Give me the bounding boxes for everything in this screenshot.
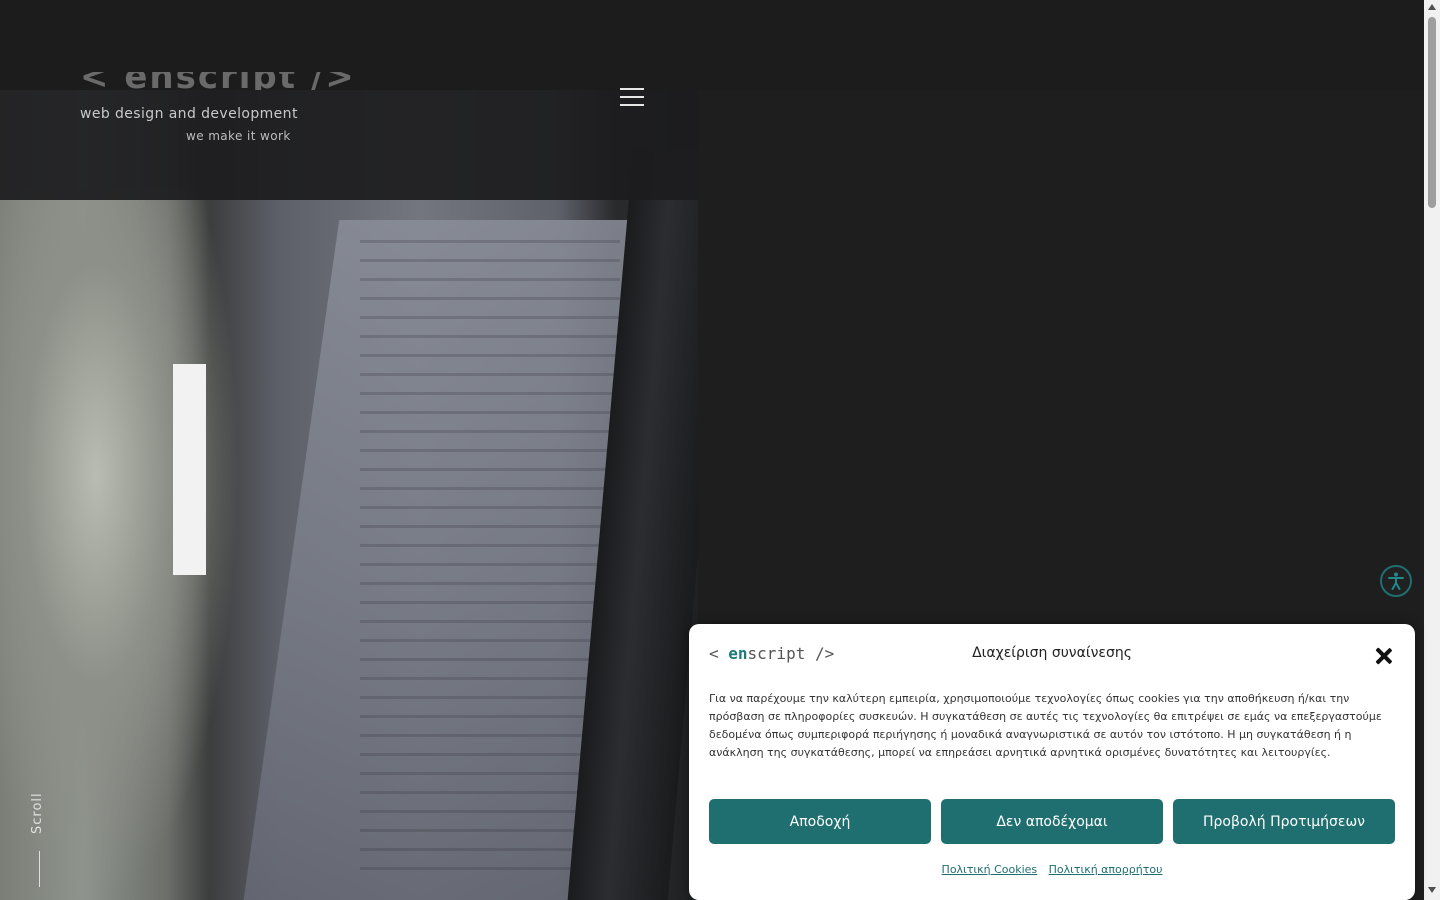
brand-en: en xyxy=(728,644,748,663)
cookie-policy-link[interactable]: Πολιτική Cookies xyxy=(942,863,1038,876)
site-subtagline: we make it work xyxy=(186,129,291,143)
hamburger-line xyxy=(620,88,644,90)
close-icon[interactable] xyxy=(1375,647,1393,665)
accessibility-icon xyxy=(1388,572,1404,590)
accept-button[interactable]: Αποδοχή xyxy=(709,799,931,844)
deny-button[interactable]: Δεν αποδέχομαι xyxy=(941,799,1163,844)
hamburger-line xyxy=(620,96,644,98)
site-logo[interactable]: < enscript /> xyxy=(80,72,356,90)
hamburger-line xyxy=(620,104,644,106)
hero-background-image xyxy=(0,90,698,900)
hero-vertical-bar xyxy=(173,364,206,575)
brand-prefix: < xyxy=(709,644,729,663)
consent-body-text: Για να παρέχουμε την καλύτερη εμπειρία, … xyxy=(709,692,1382,759)
page-scrollbar[interactable] xyxy=(1424,0,1440,900)
accessibility-button[interactable] xyxy=(1380,565,1412,597)
scroll-down-arrow-icon[interactable] xyxy=(1428,887,1436,893)
consent-brand-logo: < enscript /> xyxy=(709,644,834,663)
site-tagline: web design and development xyxy=(80,106,298,122)
scroll-indicator-line xyxy=(39,851,40,887)
consent-title: Διαχείριση συναίνεσης xyxy=(972,645,1132,661)
scroll-indicator-label[interactable]: Scroll xyxy=(30,792,45,834)
hamburger-icon[interactable] xyxy=(620,88,644,106)
scroll-up-arrow-icon[interactable] xyxy=(1428,4,1436,10)
consent-policy-links: Πολιτική Cookies Πολιτική απορρήτου xyxy=(689,863,1415,876)
scrollbar-thumb[interactable] xyxy=(1428,17,1436,208)
privacy-policy-link[interactable]: Πολιτική απορρήτου xyxy=(1049,863,1163,876)
view-preferences-button[interactable]: Προβολή Προτιμήσεων xyxy=(1173,799,1395,844)
brand-rest: script /> xyxy=(747,644,835,663)
cookie-consent-dialog: < enscript /> Διαχείριση συναίνεσης Για … xyxy=(689,624,1415,900)
